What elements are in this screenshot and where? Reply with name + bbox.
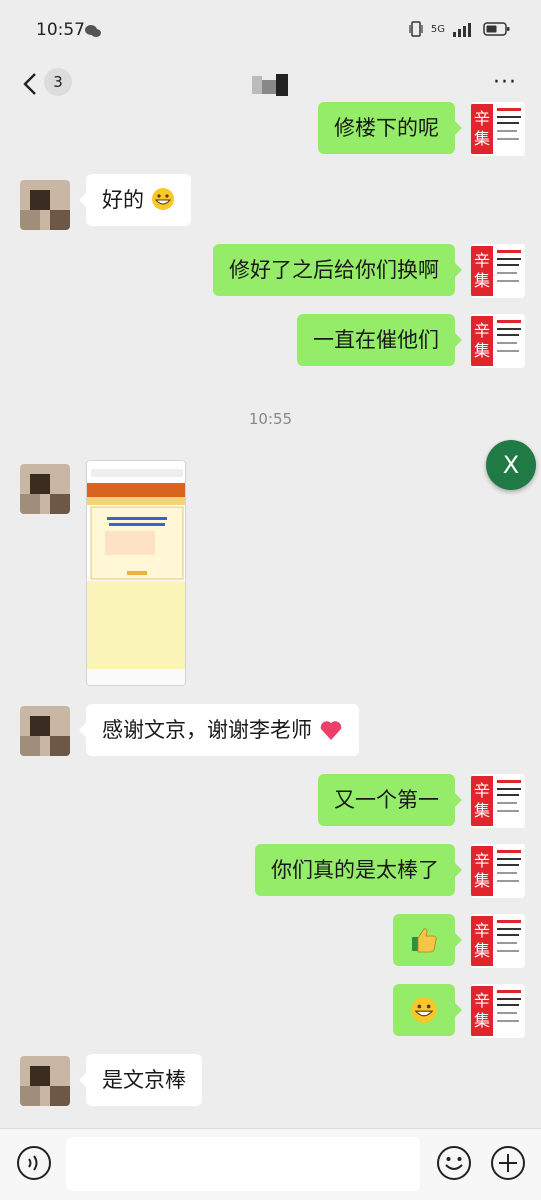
pixelated-avatar-icon [20,180,70,230]
message-bubble-sent[interactable]: 修好了之后给你们换啊 [213,244,462,296]
svg-text:集: 集 [474,871,490,890]
svg-text:辛: 辛 [474,251,490,270]
avatar-self[interactable]: 辛 集 [471,844,525,898]
avatar-self[interactable]: 辛 集 [471,244,525,298]
grinning-face-icon [151,188,174,210]
pixelated-avatar-icon [20,464,70,514]
book-cover-avatar-icon: 辛 集 [471,314,525,368]
status-icons: 5G [409,20,511,38]
chat-area[interactable]: 修楼下的呢 辛 集 好的 修好了之后给你们换啊 辛 集 一直在催他们 辛 集 1… [0,102,541,1128]
screenshot-thumbnail-icon [87,461,185,685]
avatar-contact[interactable] [20,706,70,756]
svg-text:集: 集 [474,1011,490,1030]
voice-input-icon[interactable] [16,1145,52,1181]
message-bubble-sent[interactable]: 修楼下的呢 [318,102,462,154]
avatar-contact[interactable] [20,180,70,230]
svg-text:集: 集 [474,801,490,820]
close-floating-button[interactable]: X [486,440,536,490]
message-bubble-received[interactable]: 好的 [79,174,191,226]
chat-header: 3 ··· [0,60,541,108]
contact-name-redacted [252,74,288,96]
message-bubble-sent[interactable]: 一直在催他们 [297,314,462,366]
book-cover-avatar-icon: 辛 集 [471,984,525,1038]
avatar-self[interactable]: 辛 集 [471,102,525,156]
status-time: 10:57 [36,20,85,40]
vibrate-icon [409,21,423,37]
message-bubble-received[interactable]: 是文京棒 [79,1054,202,1106]
svg-text:集: 集 [474,941,490,960]
avatar-self[interactable]: 辛 集 [471,914,525,968]
message-bubble-sent[interactable]: 你们真的是太棒了 [255,844,462,896]
svg-text:辛: 辛 [474,109,490,128]
book-cover-avatar-icon: 辛 集 [471,102,525,156]
message-bubble-sent-emoji[interactable] [393,914,462,966]
avatar-self[interactable]: 辛 集 [471,774,525,828]
avatar-self[interactable]: 辛 集 [471,314,525,368]
image-message-thumbnail[interactable] [86,460,186,686]
avatar-contact[interactable] [20,1056,70,1106]
svg-text:集: 集 [474,341,490,360]
svg-text:辛: 辛 [474,321,490,340]
status-bar: 10:57 5G [0,0,541,60]
svg-text:辛: 辛 [474,781,490,800]
book-cover-avatar-icon: 辛 集 [471,914,525,968]
timestamp-separator: 10:55 [248,410,293,428]
heart-icon [320,721,341,740]
wechat-notification-icon [85,25,101,37]
svg-text:辛: 辛 [474,921,490,940]
svg-text:集: 集 [474,271,490,290]
avatar-contact[interactable] [20,464,70,514]
emoji-button-icon[interactable] [436,1145,472,1181]
grinning-face-icon [411,997,437,1023]
message-bubble-sent[interactable]: 又一个第一 [318,774,462,826]
book-cover-avatar-icon: 辛 集 [471,844,525,898]
thumbs-up-icon [412,928,437,953]
message-bubble-sent-emoji[interactable] [393,984,462,1036]
book-cover-avatar-icon: 辛 集 [471,244,525,298]
message-bubble-received[interactable]: 感谢文京，谢谢李老师 [79,704,359,756]
svg-text:辛: 辛 [474,991,490,1010]
plus-button-icon[interactable] [490,1145,526,1181]
battery-icon [483,22,510,36]
signal-icon [453,23,471,37]
svg-text:集: 集 [474,129,490,148]
avatar-self[interactable]: 辛 集 [471,984,525,1038]
message-input[interactable] [66,1137,420,1191]
pixelated-avatar-icon [20,1056,70,1106]
unread-badge[interactable]: 3 [44,68,72,96]
book-cover-avatar-icon: 辛 集 [471,774,525,828]
svg-text:辛: 辛 [474,851,490,870]
network-type: 5G [430,23,445,35]
pixelated-avatar-icon [20,706,70,756]
more-options-button[interactable]: ··· [493,72,517,94]
input-bar [0,1128,541,1200]
back-arrow-icon[interactable] [20,68,44,100]
